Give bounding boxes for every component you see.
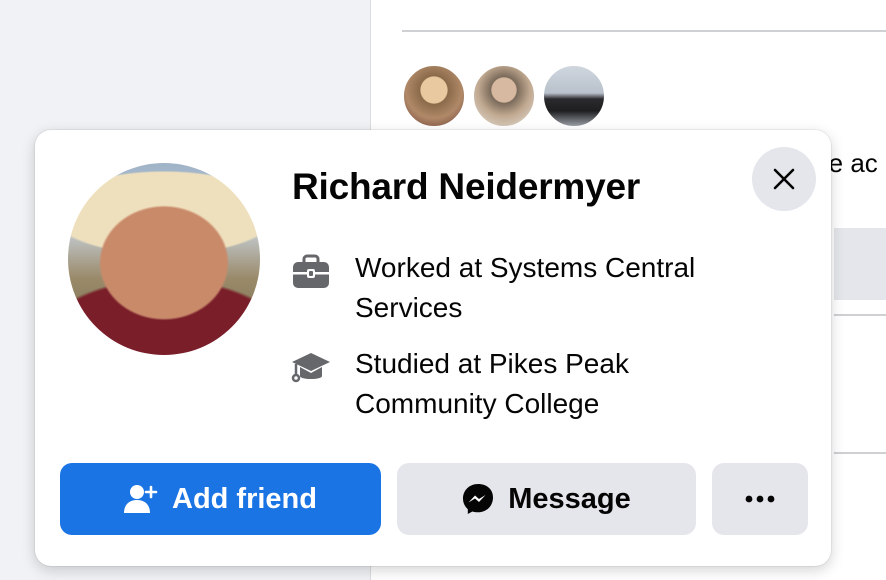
messenger-icon [462,483,494,515]
message-button[interactable]: Message [397,463,696,535]
close-icon [773,168,795,190]
add-friend-button[interactable]: Add friend [60,463,381,535]
add-friend-label: Add friend [172,482,317,515]
profile-name[interactable]: Richard Neidermyer [292,166,640,208]
profile-hover-card: Richard Neidermyer Worked at Systems Cen… [35,130,831,566]
avatar[interactable] [542,64,606,128]
work-text: Worked at Systems Central Services [355,252,696,323]
add-person-icon [124,484,158,514]
profile-avatar[interactable] [68,163,260,355]
education-text: Studied at Pikes Peak Community College [355,348,629,419]
divider [402,30,886,32]
message-label: Message [508,482,631,515]
more-options-button[interactable] [712,463,808,535]
avatar[interactable] [402,64,466,128]
graduation-cap-icon [289,346,333,390]
divider [834,452,886,454]
divider [834,314,886,316]
education-info: Studied at Pikes Peak Community College [289,344,789,424]
background-button[interactable] [834,228,886,300]
close-button[interactable] [752,147,816,211]
mutual-friends-avatars [402,64,612,128]
work-info: Worked at Systems Central Services [289,248,789,328]
more-dots-icon [745,495,775,503]
briefcase-icon [289,250,333,294]
avatar[interactable] [472,64,536,128]
